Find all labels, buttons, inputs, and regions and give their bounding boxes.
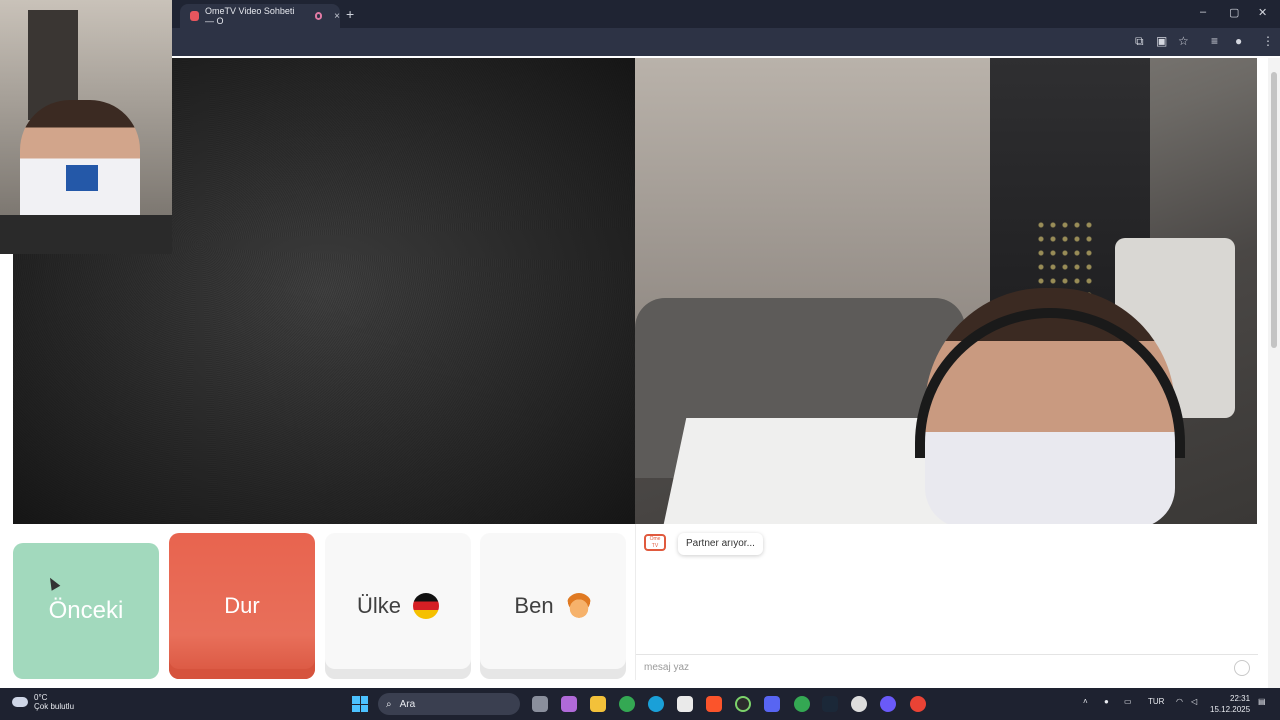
- stop-label: Dur: [224, 593, 260, 618]
- menu-dots-icon[interactable]: ⋮: [1262, 34, 1274, 48]
- browser-tab[interactable]: OmeTV Video Sohbeti — O ×: [180, 4, 340, 28]
- weather-widget[interactable]: 0°C Çok bulutlu: [12, 693, 74, 711]
- wifi-icon[interactable]: ◠: [1176, 697, 1183, 706]
- minimize-icon[interactable]: –: [1200, 6, 1206, 18]
- chrome-active-icon[interactable]: [794, 696, 810, 712]
- cloud-icon: [12, 697, 28, 707]
- clock-date: 15.12.2025: [1210, 705, 1251, 714]
- temperature: 0°C: [34, 693, 48, 702]
- assistant-icon[interactable]: [880, 696, 896, 712]
- language-indicator[interactable]: TUR: [1148, 697, 1164, 706]
- tray-overflow-icon[interactable]: ˄: [1083, 697, 1088, 706]
- chat-panel: Ome TV Partner arıyor... mesaj yaz: [635, 524, 1258, 680]
- partner-status-bubble: Partner arıyor...: [678, 533, 763, 555]
- scrollbar-thumb[interactable]: [1271, 72, 1277, 348]
- clock-time: 22:31: [1230, 694, 1251, 703]
- ometv-logo-icon: Ome TV: [644, 534, 666, 551]
- gender-button[interactable]: Ben: [480, 533, 626, 679]
- stop-button[interactable]: Dur: [169, 533, 315, 679]
- new-tab-button[interactable]: +: [346, 6, 354, 22]
- copilot-icon[interactable]: [561, 696, 577, 712]
- gender-label: Ben: [514, 593, 554, 618]
- profile-avatar-icon[interactable]: ●: [1235, 34, 1242, 48]
- message-placeholder: mesaj yaz: [644, 662, 690, 673]
- steam-icon[interactable]: [822, 696, 838, 712]
- task-view-icon[interactable]: [532, 696, 548, 712]
- keyboard-icon[interactable]: ▭: [1124, 697, 1132, 706]
- tab-title: OmeTV Video Sohbeti — O: [205, 6, 295, 26]
- germany-flag-icon: [413, 593, 439, 619]
- emoji-picker-icon[interactable]: [1234, 660, 1250, 676]
- media-controls-icon[interactable]: ≡: [1211, 34, 1218, 48]
- cast-icon[interactable]: ⧉: [1135, 34, 1144, 49]
- discord-icon[interactable]: [764, 696, 780, 712]
- pip-desk: [0, 215, 172, 254]
- github-icon[interactable]: [851, 696, 867, 712]
- previous-label: Önceki: [48, 597, 124, 624]
- store-icon[interactable]: [677, 696, 693, 712]
- search-placeholder: Ara: [399, 698, 416, 710]
- page-scrollbar[interactable]: [1268, 58, 1280, 688]
- weather-text: Çok bulutlu: [34, 702, 75, 711]
- search-icon: ⌕: [386, 698, 392, 710]
- own-camera-video: [635, 58, 1257, 524]
- bookmark-star-icon[interactable]: ☆: [1178, 34, 1189, 48]
- obs-icon[interactable]: [735, 696, 751, 712]
- chrome-profile-icon[interactable]: [910, 696, 926, 712]
- microphone-icon[interactable]: ●: [1104, 697, 1109, 706]
- tab-close-icon[interactable]: ×: [334, 11, 340, 22]
- translate-icon[interactable]: ▣: [1156, 34, 1167, 48]
- browser-toolbar: [0, 28, 1280, 56]
- volume-icon[interactable]: ◁: [1191, 697, 1197, 706]
- windows-start-icon[interactable]: [352, 696, 368, 712]
- recording-icon: [314, 12, 323, 20]
- country-label: Ülke: [356, 593, 401, 618]
- pip-shirt-logo: [66, 165, 98, 191]
- clock[interactable]: 22:31 15.12.2025: [1210, 693, 1250, 715]
- ometv-favicon: [190, 11, 200, 21]
- maximize-icon[interactable]: ▢: [1229, 6, 1239, 19]
- file-explorer-icon[interactable]: [590, 696, 606, 712]
- country-button[interactable]: Ülke: [325, 533, 471, 679]
- previous-button[interactable]: Önceki: [13, 543, 159, 679]
- message-input[interactable]: mesaj yaz: [636, 654, 1258, 680]
- windows-taskbar: 0°C Çok bulutlu ⌕ Ara ˄ ● ▭ TUR ◠ ◁ 22:3…: [0, 688, 1280, 720]
- edge-icon[interactable]: [648, 696, 664, 712]
- notification-icon[interactable]: ▤: [1258, 697, 1266, 706]
- streamer-webcam-overlay: [0, 0, 172, 254]
- close-window-icon[interactable]: ✕: [1258, 6, 1267, 19]
- chrome-icon[interactable]: [619, 696, 635, 712]
- boy-emoji-icon: [565, 593, 592, 619]
- taskbar-search[interactable]: ⌕ Ara: [378, 693, 520, 715]
- browser-titlebar: OmeTV Video Sohbeti — O × + – ▢ ✕: [0, 0, 1280, 28]
- brave-icon[interactable]: [706, 696, 722, 712]
